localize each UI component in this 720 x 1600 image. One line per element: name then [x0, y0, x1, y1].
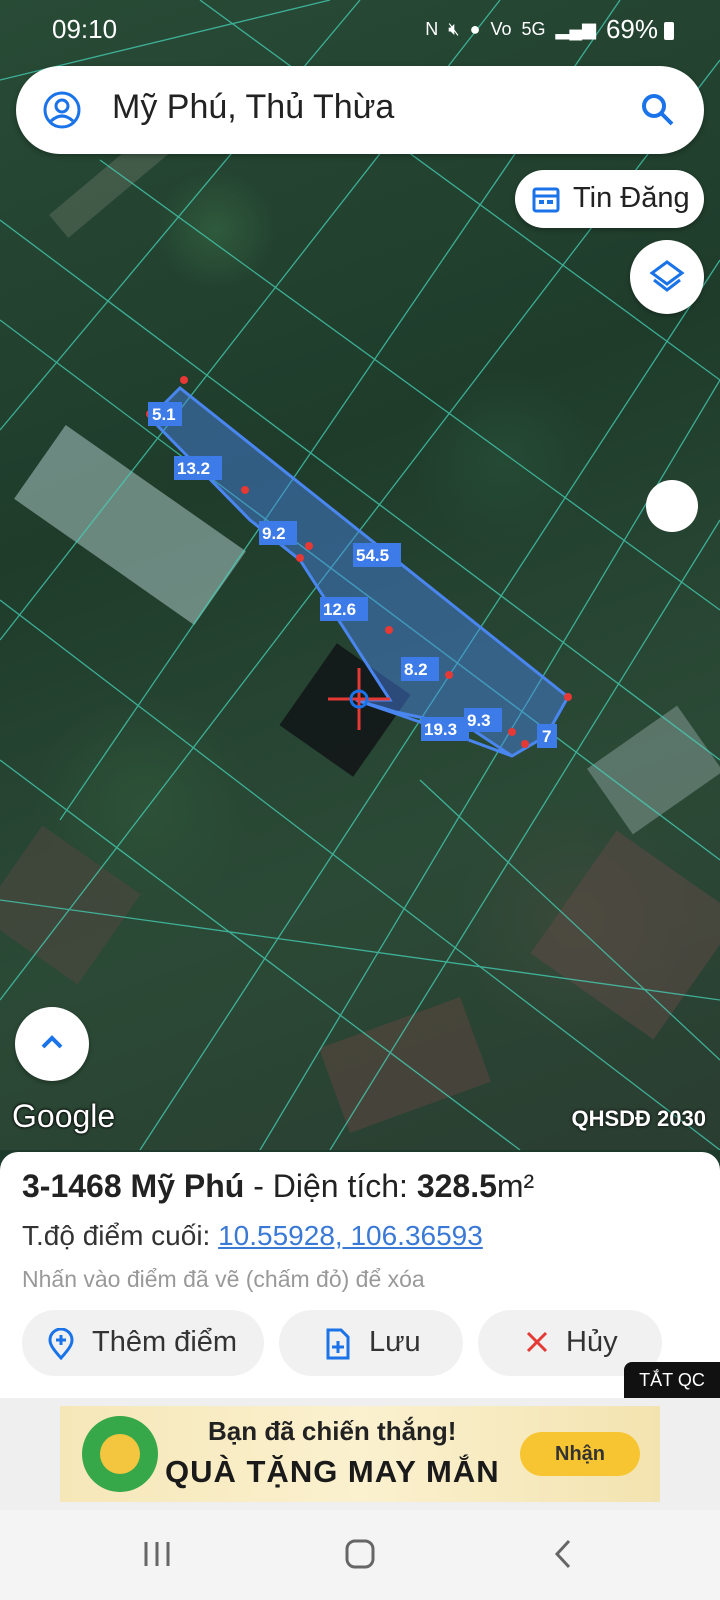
map-building: [319, 997, 491, 1133]
area-unit: m²: [496, 1168, 535, 1204]
battery-icon: [664, 22, 674, 40]
clock: 09:10: [52, 14, 118, 44]
location-icon: ●: [469, 19, 481, 39]
map-building: [530, 830, 720, 1040]
close-icon: [526, 1331, 548, 1353]
add-point-label: Thêm điểm: [92, 1326, 238, 1358]
drag-handle[interactable]: [646, 480, 698, 532]
measure-label: 13.2: [177, 459, 210, 478]
vertex-point[interactable]: [445, 671, 453, 679]
map-building: [587, 705, 720, 835]
vertex-point[interactable]: [305, 542, 313, 550]
signal-icon: ▂▄▆: [555, 19, 596, 39]
expand-button[interactable]: [15, 1007, 89, 1081]
calendar-icon: [532, 187, 560, 213]
status-bar: 09:10 N 🔇︎ ● Vo 5G ▂▄▆ 69%: [0, 0, 720, 60]
measure-label: 9.2: [262, 524, 286, 543]
coords-link[interactable]: 10.55928, 106.36593: [218, 1220, 483, 1251]
measure-label: 19.3: [424, 720, 457, 739]
save-button[interactable]: Lưu: [279, 1310, 463, 1376]
mute-icon: 🔇︎: [448, 19, 460, 39]
save-label: Lưu: [369, 1326, 421, 1358]
parcel-name: 3-1468 Mỹ Phú: [22, 1168, 245, 1204]
parcel-summary: 3-1468 Mỹ Phú - Diện tích: 328.5m²: [22, 1168, 534, 1205]
add-file-icon: [326, 1328, 350, 1360]
measure-label: 7: [542, 727, 551, 746]
ad-banner[interactable]: Bạn đã chiến thắng! QUÀ TẶNG MAY MẮN Nhậ…: [60, 1406, 660, 1502]
nfc-icon: N: [425, 19, 439, 39]
system-nav-bar: [0, 1510, 720, 1600]
chevron-up-icon: [41, 1035, 63, 1049]
measure-label: 5.1: [152, 405, 176, 424]
add-point-button[interactable]: Thêm điểm: [22, 1310, 264, 1376]
home-icon[interactable]: [344, 1538, 376, 1570]
search-bar[interactable]: Mỹ Phú, Thủ Thừa: [16, 66, 704, 154]
vertex-point[interactable]: [521, 740, 529, 748]
close-ad-button[interactable]: TẮT QC: [624, 1362, 720, 1398]
area-value: 328.5: [416, 1168, 497, 1204]
ad-line1: Bạn đã chiến thắng!: [208, 1416, 457, 1446]
ad-banner-area: Bạn đã chiến thắng! QUÀ TẶNG MAY MẮN Nhậ…: [0, 1398, 720, 1510]
cancel-label: Hủy: [566, 1326, 618, 1358]
area-label: - Diện tích:: [253, 1168, 408, 1204]
ad-line2: QUÀ TẶNG MAY MẮN: [165, 1454, 500, 1489]
back-icon[interactable]: [552, 1538, 574, 1570]
tin-dang-label: Tin Đăng: [573, 182, 690, 214]
parcel-panel: 3-1468 Mỹ Phú - Diện tích: 328.5m² T.độ …: [0, 1152, 720, 1398]
vertex-point[interactable]: [180, 376, 188, 384]
measure-label: 8.2: [404, 660, 428, 679]
battery-percent: 69%: [605, 14, 658, 44]
vertex-point[interactable]: [296, 554, 304, 562]
vertex-point[interactable]: [385, 626, 393, 634]
hint-text: Nhấn vào điểm đã vẽ (chấm đỏ) để xóa: [22, 1266, 425, 1292]
vertex-point[interactable]: [508, 728, 516, 736]
measure-label: 12.6: [323, 600, 356, 619]
measure-label: 54.5: [356, 546, 389, 565]
vertex-point[interactable]: [564, 693, 572, 701]
tin-dang-button[interactable]: Tin Đăng: [515, 170, 704, 228]
coin-icon: [100, 1434, 140, 1474]
add-location-icon: [48, 1328, 74, 1360]
ad-cta-button[interactable]: Nhận: [520, 1432, 640, 1476]
vertex-point[interactable]: [241, 486, 249, 494]
layer-label: QHSDĐ 2030: [571, 1106, 706, 1131]
volte-icon: Vo: [490, 19, 512, 39]
layers-button[interactable]: [630, 240, 704, 314]
layers-icon: [649, 260, 685, 292]
recents-icon[interactable]: [142, 1538, 172, 1570]
account-icon[interactable]: [42, 90, 82, 130]
coords-row: T.độ điểm cuối: 10.55928, 106.36593: [22, 1220, 483, 1252]
measure-label: 9.3: [467, 711, 491, 730]
5g-icon: 5G: [521, 19, 546, 39]
search-input[interactable]: Mỹ Phú, Thủ Thừa: [112, 88, 394, 127]
google-logo: Google: [12, 1098, 116, 1134]
search-icon[interactable]: [638, 90, 678, 130]
coords-label: T.độ điểm cuối:: [22, 1220, 211, 1251]
